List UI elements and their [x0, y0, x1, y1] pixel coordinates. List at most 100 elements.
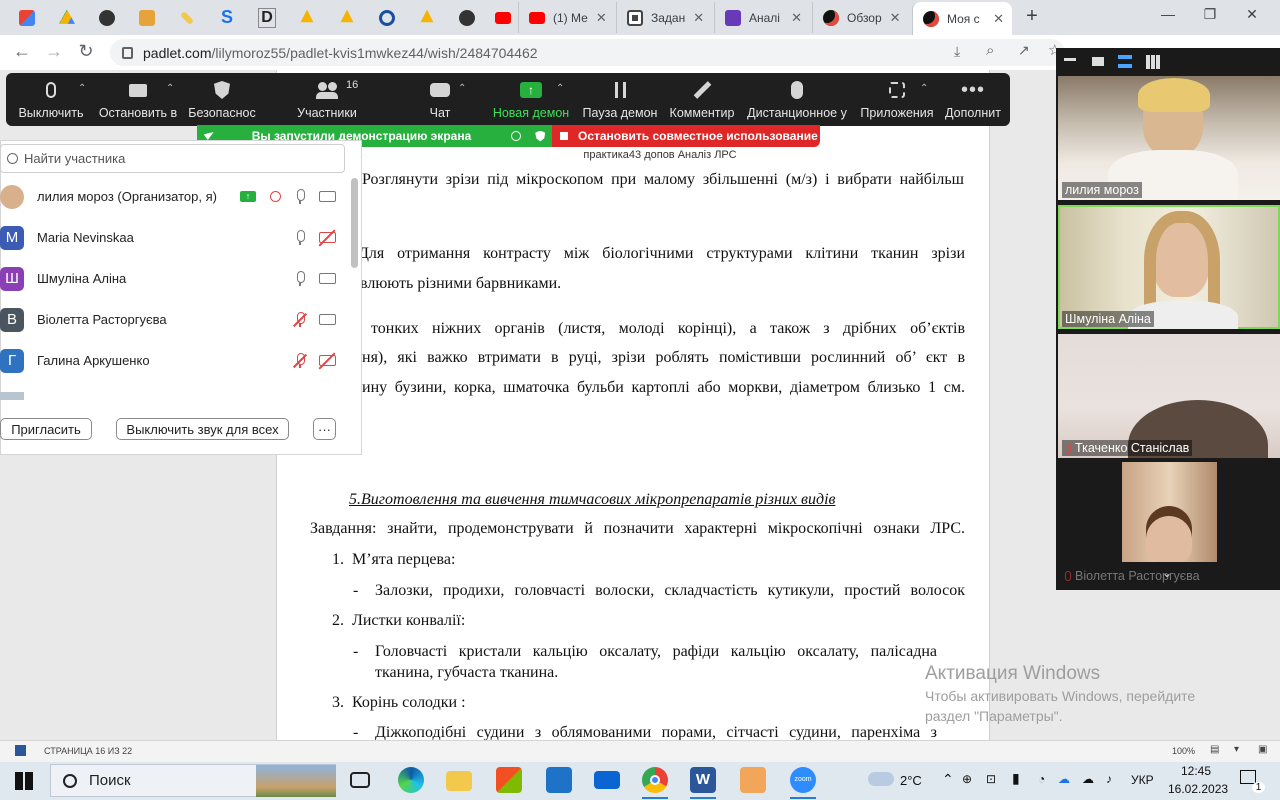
word-app-icon[interactable]: W — [690, 767, 716, 793]
tab-pencil[interactable] — [168, 2, 206, 33]
video-tile[interactable]: Ткаченко Станіслав — [1058, 334, 1280, 458]
strip-view-icon[interactable] — [1118, 55, 1132, 68]
participant-row[interactable]: M Maria Nevinskaa — [0, 217, 348, 258]
video-tile[interactable]: Віолетта Расторгуєва ⌄ — [1058, 462, 1280, 586]
close-tab-icon[interactable]: ✕ — [596, 10, 607, 26]
hidden-icons-chevron-icon[interactable]: ⌃ — [942, 771, 954, 788]
tab-gmail[interactable] — [8, 2, 46, 33]
chrome-browser-icon[interactable] — [642, 767, 668, 793]
participant-row[interactable]: Г Галина Аркушенко — [0, 340, 348, 381]
invite-button[interactable]: Пригласить — [0, 418, 92, 440]
task-view-icon[interactable] — [350, 772, 370, 788]
mic-muted-icon[interactable] — [292, 311, 308, 328]
tab-bell-3[interactable] — [408, 2, 446, 33]
clock-time[interactable]: 12:45 — [1181, 764, 1211, 778]
close-tab-icon[interactable]: ✕ — [693, 10, 704, 26]
install-app-icon[interactable]: ⤓ — [954, 43, 960, 60]
tab-globe-1[interactable] — [88, 2, 126, 33]
windows-start-icon[interactable] — [15, 772, 33, 790]
language-indicator[interactable]: УКР — [1131, 773, 1154, 787]
camera-off-icon[interactable] — [318, 229, 336, 247]
remote-control-button[interactable]: Дистанционное у — [746, 73, 848, 126]
chevron-down-icon[interactable]: ⌃ — [78, 83, 86, 94]
edge-browser-icon[interactable] — [398, 767, 424, 793]
new-share-button[interactable]: ↑ ⌃ Новая демон — [490, 73, 572, 126]
media-player-icon[interactable] — [740, 767, 766, 793]
close-tab-icon[interactable]: ✕ — [890, 10, 901, 26]
address-bar[interactable]: padlet.com/lilymoroz55/padlet-kvis1mwkez… — [110, 39, 1065, 66]
more-options-button[interactable]: ··· — [313, 418, 336, 440]
tab-broom[interactable] — [128, 2, 166, 33]
mail-icon[interactable] — [594, 771, 620, 789]
security-button[interactable]: Безопаснос — [184, 73, 260, 126]
back-icon[interactable]: ← — [10, 41, 34, 62]
microphone-tray-icon[interactable]: ▮ — [1012, 770, 1020, 787]
more-button[interactable]: ••• Дополнит — [942, 73, 1004, 126]
notification-center-icon[interactable] — [1240, 770, 1256, 784]
zoom-app-icon[interactable]: zoom — [790, 767, 816, 793]
chevron-down-icon[interactable]: ⌃ — [458, 83, 466, 94]
weather-cloud-icon[interactable] — [868, 772, 894, 786]
chevron-down-icon[interactable]: ⌄ — [1162, 566, 1172, 580]
tab-classroom[interactable]: Задан ✕ — [616, 2, 712, 33]
tab-bell-1[interactable] — [288, 2, 326, 33]
tab-youtube-1[interactable] — [488, 2, 518, 33]
wifi-icon[interactable]: ◔ — [1038, 772, 1045, 786]
tab-s[interactable]: S — [208, 2, 246, 33]
video-tile[interactable]: лилия мороз — [1058, 76, 1280, 200]
tab-globe-2[interactable] — [448, 2, 486, 33]
volume-icon[interactable]: ♪ — [1106, 772, 1112, 786]
movies-app-icon[interactable] — [546, 767, 572, 793]
participant-row[interactable]: В Віолетта Расторгуєва — [0, 299, 348, 340]
mic-icon[interactable] — [295, 270, 305, 287]
zoom-slider[interactable]: ▾ — [1234, 744, 1239, 755]
new-tab-button[interactable]: + — [1020, 6, 1044, 28]
network-adapter-icon[interactable]: ⊡ — [986, 772, 996, 786]
share-page-icon[interactable]: ↗ — [1018, 42, 1030, 59]
chat-button[interactable]: ⌃ Чат — [414, 73, 466, 126]
mic-muted-icon[interactable] — [292, 352, 308, 369]
onedrive-icon[interactable]: ☁ — [1058, 772, 1070, 786]
mic-icon[interactable] — [295, 229, 305, 246]
tab-youtube-2[interactable]: (1) Ме ✕ — [518, 2, 614, 33]
microsoft-store-icon[interactable] — [496, 767, 522, 793]
chevron-down-icon[interactable]: ⌃ — [556, 83, 564, 94]
participant-search-input[interactable]: Найти участника — [0, 144, 345, 173]
tab-padlet-active[interactable]: Моя с ✕ — [912, 2, 1012, 35]
minimize-window-button[interactable]: — — [1148, 6, 1188, 22]
camera-icon[interactable] — [319, 273, 336, 284]
apps-button[interactable]: ⌃ Приложения — [858, 73, 936, 126]
cloud-sync-icon[interactable]: ☁ — [1082, 772, 1094, 786]
participant-row[interactable]: лилия мороз (Организатор, я) ↑ — [0, 176, 348, 217]
camera-off-icon[interactable] — [318, 352, 336, 370]
participant-row[interactable]: Ш Шмуліна Аліна — [0, 258, 348, 299]
camera-icon[interactable] — [319, 191, 336, 202]
clock-date[interactable]: 16.02.2023 — [1168, 782, 1228, 796]
restore-window-button[interactable]: ❐ — [1190, 6, 1230, 23]
video-tile-active-speaker[interactable]: Шмуліна Аліна — [1058, 205, 1280, 329]
people-icon[interactable]: ⊕ — [962, 772, 972, 786]
tab-d[interactable]: D — [248, 2, 286, 33]
reload-icon[interactable]: ↻ — [74, 41, 98, 62]
tab-bell-2[interactable] — [328, 2, 366, 33]
chevron-down-icon[interactable]: ⌃ — [166, 83, 174, 94]
view-options-icon[interactable]: ▤ — [1210, 744, 1219, 755]
gallery-view-icon[interactable] — [1146, 55, 1160, 69]
stop-share-button[interactable]: Остановить совместное использование — [552, 125, 820, 147]
mute-all-button[interactable]: Выключить звук для всех — [116, 418, 289, 440]
mic-icon[interactable] — [295, 188, 305, 205]
camera-icon[interactable] — [319, 314, 336, 325]
tab-ring[interactable] — [368, 2, 406, 33]
tab-drive[interactable] — [48, 2, 86, 33]
speaker-view-icon[interactable] — [1092, 57, 1104, 66]
pause-share-button[interactable]: Пауза демон — [580, 73, 660, 126]
stop-video-button[interactable]: ⌃ Остановить в — [96, 73, 180, 126]
close-tab-icon[interactable]: ✕ — [993, 11, 1004, 27]
tab-forms[interactable]: Аналі ✕ — [714, 2, 810, 33]
close-tab-icon[interactable]: ✕ — [791, 10, 802, 26]
fit-page-icon[interactable]: ▣ — [1258, 744, 1267, 755]
minimize-video-icon[interactable] — [1064, 58, 1076, 61]
annotate-button[interactable]: Комментир — [666, 73, 738, 126]
zoom-lens-icon[interactable]: ⌕ — [986, 42, 994, 59]
close-window-button[interactable]: ✕ — [1232, 6, 1272, 23]
